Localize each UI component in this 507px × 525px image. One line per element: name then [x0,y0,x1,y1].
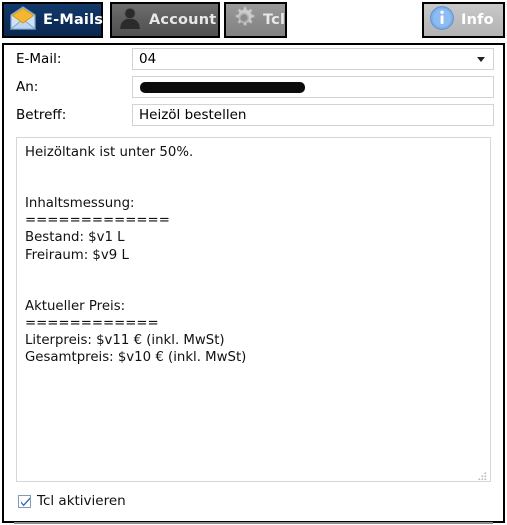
email-select-value: 04 [139,51,157,67]
tcl-enable-label: Tcl aktivieren [37,493,126,509]
field-row-email: E-Mail: 04 [4,45,503,73]
tab-emails[interactable]: E-Mails [2,2,103,38]
email-select[interactable]: 04 [132,48,494,70]
field-row-to: An: [4,73,503,101]
message-body-textarea[interactable]: Heizöltank ist unter 50%. Inhaltsmessung… [16,137,491,482]
tab-tcl-label: Tcl [263,12,286,28]
tab-bar: E-Mails Account Tcl Info [0,0,507,41]
user-icon [117,5,143,35]
gear-icon [231,5,257,35]
redacted-email-bar [140,81,305,93]
footer-divider [14,522,493,524]
tcl-enable-checkbox[interactable] [18,494,31,508]
to-label: An: [16,79,39,95]
tcl-enable-checkbox-row[interactable]: Tcl aktivieren [18,493,126,509]
application-window: E-Mails Account Tcl Info E-Mail: 04 An: … [0,0,507,525]
field-row-subject: Betreff: Heizöl bestellen [4,101,503,129]
tab-emails-label: E-Mails [43,12,104,28]
chevron-down-icon [477,56,485,62]
subject-label: Betreff: [16,107,67,123]
tab-info-label: Info [461,12,494,28]
tab-account[interactable]: Account [110,2,220,38]
tab-account-label: Account [149,12,217,28]
tab-info[interactable]: Info [422,2,505,38]
tab-tcl[interactable]: Tcl [224,2,287,38]
subject-input-value: Heizöl bestellen [139,107,247,123]
info-icon [429,5,455,35]
resize-grip-icon[interactable] [476,467,488,481]
envelope-icon [9,5,37,35]
main-panel: E-Mail: 04 An: Betreff: Heizöl bestellen [2,43,505,524]
mail-form: E-Mail: 04 An: Betreff: Heizöl bestellen [4,45,503,129]
checkmark-icon [21,496,30,506]
to-input[interactable] [132,76,494,98]
email-label: E-Mail: [16,51,62,67]
subject-input[interactable]: Heizöl bestellen [132,104,494,126]
message-body-text: Heizöltank ist unter 50%. Inhaltsmessung… [25,145,247,366]
